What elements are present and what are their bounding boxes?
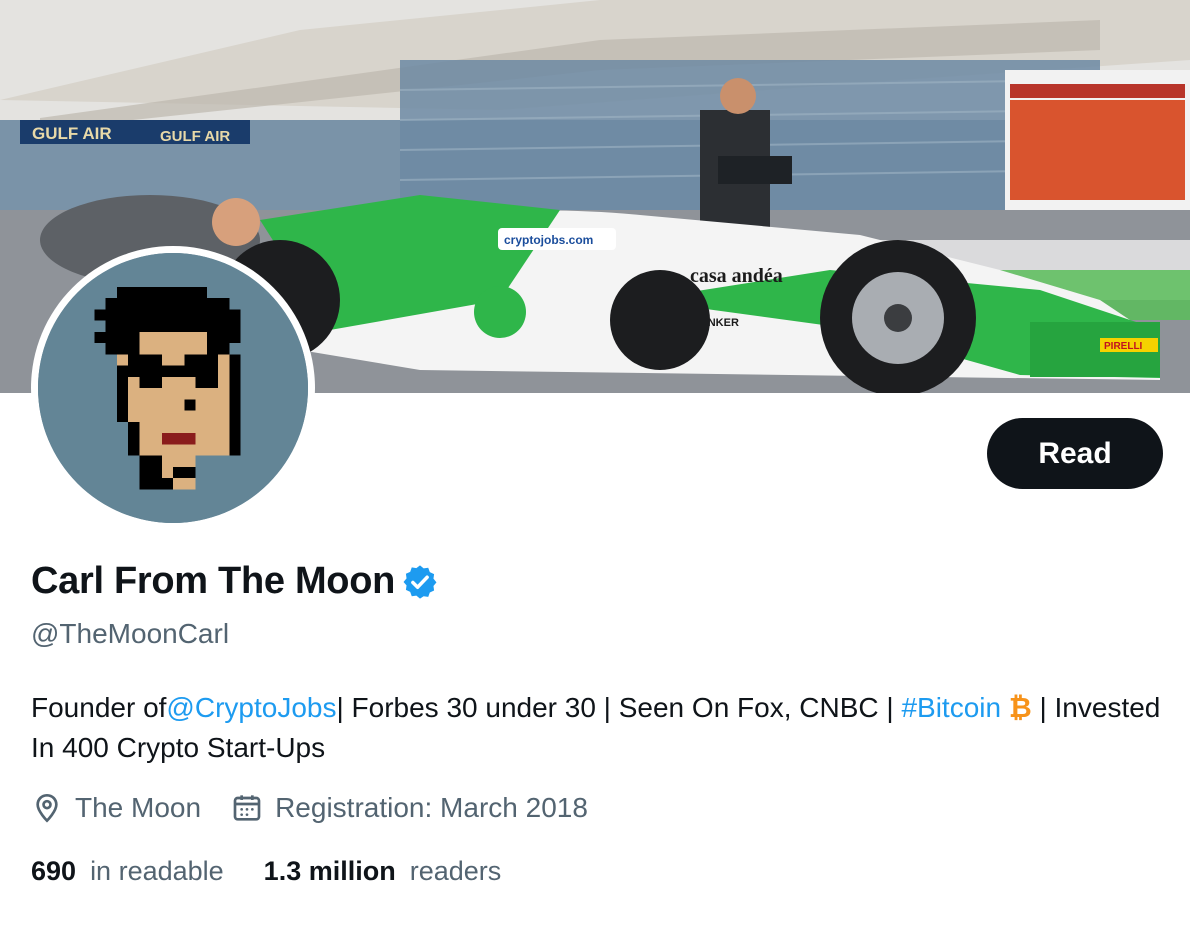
registration-date: Registration: March 2018	[231, 792, 588, 824]
avatar[interactable]	[31, 246, 315, 530]
location-text: The Moon	[75, 792, 202, 823]
registration-text: Registration: March 2018	[275, 792, 588, 823]
calendar-icon	[233, 795, 261, 821]
pirelli-logo: PIRELLI	[1104, 341, 1143, 352]
verified-badge-icon[interactable]	[401, 563, 439, 601]
gulf-air-sign-1: GULF AIR	[32, 124, 112, 143]
cryptojobs-sponsor: cryptojobs.com	[504, 233, 593, 247]
bio-text: Founder of	[31, 692, 167, 723]
bio: Founder of@CryptoJobs| Forbes 30 under 3…	[31, 688, 1161, 768]
casa-andea-sponsor: casa andéa	[690, 265, 783, 287]
bio-mention-link[interactable]: @CryptoJobs	[166, 692, 336, 723]
following-count: 690	[31, 856, 77, 886]
display-name: Carl From The Moon	[31, 560, 396, 602]
bio-text: | Forbes 30 under 30 | Seen On Fox, CNBC…	[336, 692, 902, 723]
gulf-air-sign-2: GULF AIR	[160, 128, 230, 145]
followers-link[interactable]: 1.3 million readers	[264, 856, 502, 887]
profile-meta: The Moon Registration: March 2018	[31, 792, 618, 824]
location: The Moon	[31, 792, 201, 824]
profile-stats: 690 in readable 1.3 million readers	[31, 856, 541, 887]
pixel-punk-avatar-icon	[38, 253, 308, 523]
following-link[interactable]: 690 in readable	[31, 856, 224, 887]
avatar-image	[38, 253, 308, 523]
bio-hashtag-link[interactable]: #Bitcoin	[901, 692, 1001, 723]
followers-label: readers	[409, 856, 502, 886]
bitcoin-icon: ₿	[1008, 692, 1032, 723]
location-pin-icon	[36, 793, 58, 823]
name-row: Carl From The Moon	[31, 560, 439, 603]
following-label: in readable	[90, 856, 224, 886]
followers-count: 1.3 million	[263, 856, 396, 886]
read-button[interactable]: Read	[987, 418, 1163, 489]
handle: @TheMoonCarl	[31, 618, 230, 649]
